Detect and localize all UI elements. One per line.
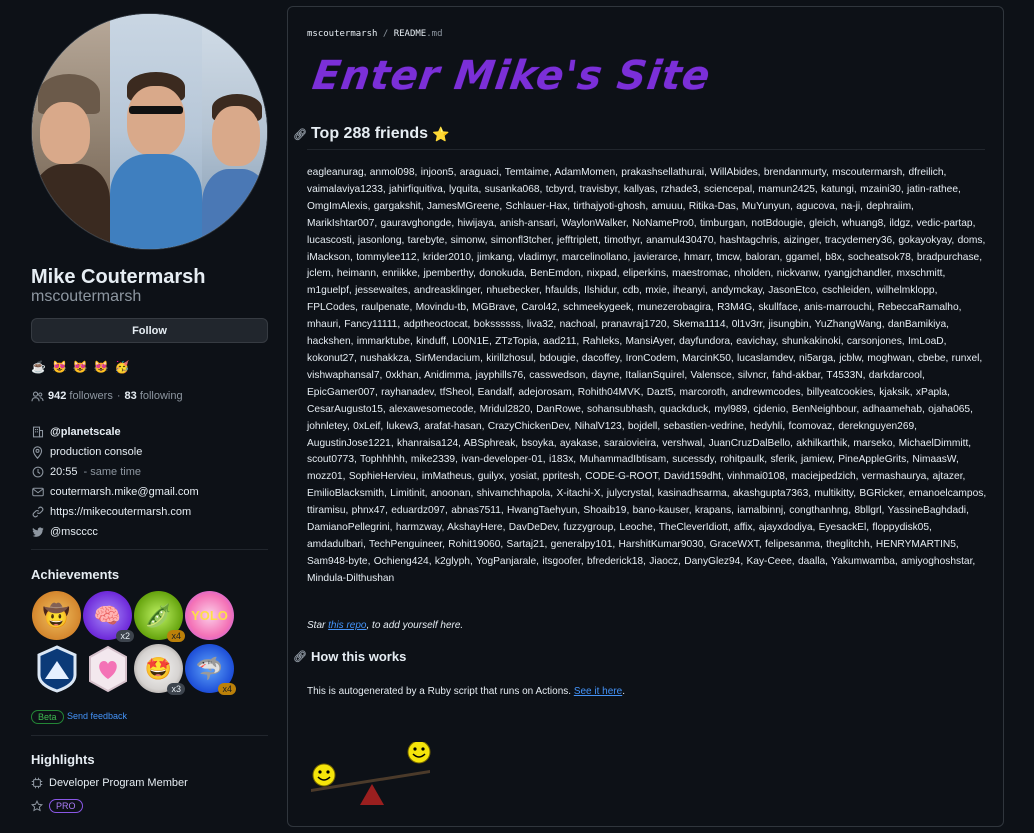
breadcrumb-user[interactable]: mscoutermarsh	[307, 29, 377, 39]
location-text: production console	[50, 446, 143, 458]
twitter-row: @mscccc	[31, 522, 199, 542]
achievement-badge[interactable]	[83, 644, 132, 693]
pro-badge: PRO	[49, 799, 83, 813]
achievement-badge[interactable]	[32, 644, 81, 693]
location-icon	[31, 445, 44, 459]
time-row: 20:55 - same time	[31, 462, 199, 482]
twitter-link[interactable]: @mscccc	[50, 526, 98, 538]
breadcrumb-file[interactable]: README.md	[394, 29, 443, 39]
profile-sidebar: Mike Coutermarsh mscoutermarsh Follow ☕ …	[31, 0, 268, 833]
brain-badge-icon: 🧠	[93, 602, 122, 628]
local-time: 20:55	[50, 466, 78, 478]
org-row: @planetscale	[31, 422, 199, 442]
website-link[interactable]: https://mikecoutermarsh.com	[50, 506, 191, 518]
anchor-link-icon[interactable]: 🔗︎	[293, 128, 307, 141]
anchor-link-icon[interactable]: 🔗︎	[293, 650, 307, 663]
autogen-text: This is autogenerated by a Ruby script t…	[307, 686, 625, 697]
follow-button[interactable]: Follow	[31, 318, 268, 343]
followers-link[interactable]: 942 followers	[48, 390, 113, 402]
status-emoji: 😻	[51, 360, 67, 374]
profile-name: Mike Coutermarsh	[31, 266, 206, 288]
see-it-here-link[interactable]: See it here	[574, 686, 622, 697]
section-divider	[31, 549, 268, 550]
yolo-badge-icon: YOLO	[191, 608, 228, 623]
following-link[interactable]: 83 following	[125, 390, 183, 402]
seesaw-smileys-image	[311, 742, 431, 805]
this-repo-link[interactable]: this repo	[328, 620, 366, 631]
section-divider	[31, 735, 268, 736]
clock-icon	[31, 466, 44, 479]
friends-heading: 🔗︎ Top 288 friends ⭐	[293, 125, 450, 142]
badge-count: x4	[167, 630, 185, 642]
achievement-badge[interactable]: 🫛 x4	[134, 591, 185, 642]
profile-login: mscoutermarsh	[31, 288, 142, 305]
readme-banner: Enter Mike's Site	[309, 53, 714, 99]
achievement-badge[interactable]: 🤩 x3	[134, 644, 185, 695]
arctic-badge-icon	[37, 644, 76, 693]
achievement-badge[interactable]: 🤠	[32, 591, 81, 640]
developer-program-label[interactable]: Developer Program Member	[49, 777, 188, 789]
friends-list[interactable]: eagleanurag, anmol098, injoon5, araguaci…	[307, 165, 987, 588]
status-emoji: 😻	[93, 360, 109, 374]
link-icon	[31, 506, 44, 519]
mail-icon	[31, 486, 44, 499]
peas-badge-icon: 🫛	[144, 602, 173, 628]
status-emoji: ☕	[31, 360, 46, 374]
cowboy-badge-icon: 🤠	[42, 602, 71, 628]
profile-details: @planetscale production console 20:55 - …	[31, 422, 199, 542]
cpu-icon	[31, 777, 43, 789]
highlights-heading: Highlights	[31, 752, 95, 767]
pro-row: PRO	[31, 799, 83, 813]
people-icon	[31, 391, 44, 401]
achievement-badge[interactable]: 🧠 x2	[83, 591, 134, 642]
achievements-heading[interactable]: Achievements	[31, 567, 119, 582]
achievement-badge[interactable]: YOLO	[185, 591, 234, 640]
shark-badge-icon: 🦈	[195, 655, 224, 681]
avatar[interactable]	[31, 13, 268, 250]
star-instructions: Star this repo, to add yourself here.	[307, 620, 464, 631]
developer-program-row: Developer Program Member	[31, 777, 188, 789]
twitter-icon	[31, 526, 44, 539]
breadcrumb: mscoutermarsh / README.md	[307, 29, 443, 39]
email-row: coutermarsh.mike@gmail.com	[31, 482, 199, 502]
website-row: https://mikecoutermarsh.com	[31, 502, 199, 522]
heading-divider	[307, 149, 985, 150]
badge-count: x3	[167, 683, 185, 695]
status-emoji: 🥳	[114, 360, 130, 374]
star-emoji: ⭐	[432, 125, 450, 142]
follow-stats: 942 followers · 83 following	[31, 390, 183, 402]
org-link[interactable]: @planetscale	[50, 426, 121, 438]
badge-count: x2	[116, 630, 134, 642]
organization-icon	[31, 426, 44, 439]
readme-panel: mscoutermarsh / README.md Enter Mike's S…	[287, 6, 1004, 827]
time-relation: - same time	[83, 466, 141, 478]
send-feedback-link[interactable]: Send feedback	[67, 711, 127, 721]
starstruck-badge-icon: 🤩	[144, 655, 173, 681]
status-emoji: 😻	[72, 360, 88, 374]
how-heading: 🔗︎ How this works	[293, 649, 407, 664]
badge-count: x4	[218, 683, 236, 695]
beta-label: Beta	[31, 710, 64, 724]
status-emoji-row[interactable]: ☕ 😻 😻 😻 🥳	[31, 360, 130, 374]
email-link[interactable]: coutermarsh.mike@gmail.com	[50, 486, 199, 498]
star-icon	[31, 800, 43, 812]
achievement-badge[interactable]: 🦈 x4	[185, 644, 236, 695]
location-row: production console	[31, 442, 199, 462]
heart-badge-icon	[88, 645, 127, 692]
